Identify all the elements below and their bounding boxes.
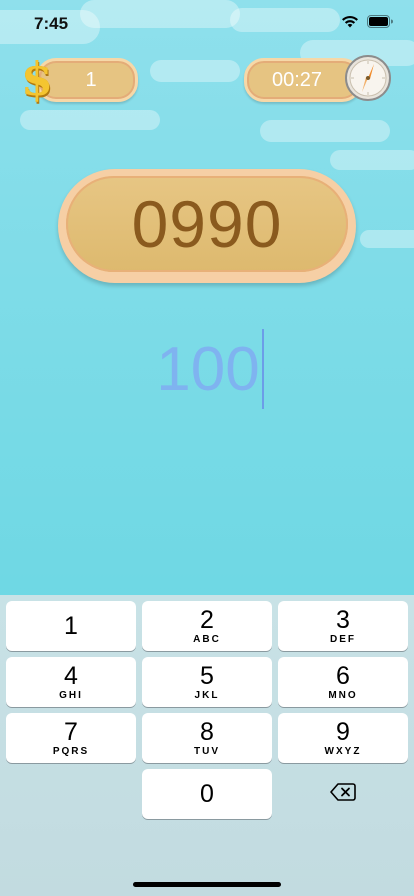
target-number-box: 0990 <box>58 169 356 283</box>
key-0[interactable]: 0 <box>142 769 272 819</box>
key-letters: ABC <box>193 634 221 645</box>
key-5[interactable]: 5 JKL <box>142 657 272 707</box>
key-4[interactable]: 4 GHI <box>6 657 136 707</box>
key-letters: PQRS <box>52 746 90 757</box>
timer-value: 00:27 <box>271 68 323 91</box>
key-digit: 9 <box>336 718 350 746</box>
status-time: 7:45 <box>34 14 69 33</box>
key-digit: 8 <box>200 718 214 746</box>
delete-key[interactable] <box>278 769 408 819</box>
key-1[interactable]: 1 <box>6 601 136 651</box>
wifi-icon <box>341 15 359 28</box>
key-2[interactable]: 2 ABC <box>142 601 272 651</box>
numeric-keyboard: 1 2 ABC 3 DEF 4 GHI 5 JKL 6 MNO 7 PQRS 8… <box>0 595 414 896</box>
key-letters: JKL <box>194 690 220 701</box>
key-digit: 6 <box>336 662 350 690</box>
key-digit: 5 <box>200 662 214 690</box>
score-value: 1 <box>85 68 97 91</box>
key-digit: 4 <box>64 662 78 690</box>
key-letters: GHI <box>59 690 83 701</box>
key-9[interactable]: 9 WXYZ <box>278 713 408 763</box>
key-letters: WXYZ <box>324 746 362 757</box>
home-indicator[interactable] <box>133 882 281 887</box>
answer-input[interactable]: 100 <box>120 328 300 410</box>
key-7[interactable]: 7 PQRS <box>6 713 136 763</box>
key-digit: 0 <box>200 780 214 808</box>
key-letters: TUV <box>194 746 220 757</box>
key-letters: MNO <box>328 690 358 701</box>
key-digit: 2 <box>200 606 214 634</box>
status-icons <box>341 15 394 28</box>
compass-icon <box>344 54 392 102</box>
backspace-icon <box>330 782 356 806</box>
dollar-icon: $ <box>20 52 53 106</box>
key-digit: 7 <box>64 718 78 746</box>
key-digit: 1 <box>64 611 78 640</box>
key-digit: 3 <box>336 606 350 634</box>
battery-icon <box>367 15 394 28</box>
key-8[interactable]: 8 TUV <box>142 713 272 763</box>
key-letters: DEF <box>330 634 356 645</box>
answer-value: 100 <box>156 334 260 404</box>
target-number: 0990 <box>131 187 283 261</box>
target-number-inner: 0990 <box>66 176 348 272</box>
key-6[interactable]: 6 MNO <box>278 657 408 707</box>
text-caret <box>261 329 264 409</box>
key-3[interactable]: 3 DEF <box>278 601 408 651</box>
status-bar: 7:45 <box>0 0 414 46</box>
